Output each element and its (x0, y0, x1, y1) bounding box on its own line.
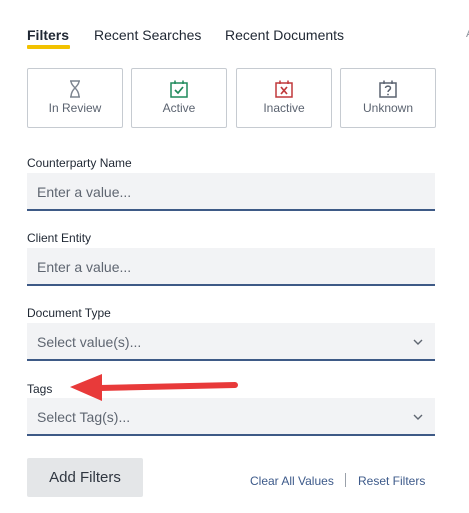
tags-label: Tags (27, 382, 53, 396)
annotation-arrow-icon (70, 374, 238, 401)
tab-recent-searches[interactable]: Recent Searches (94, 26, 201, 44)
hourglass-icon (70, 80, 80, 98)
status-label: Active (162, 101, 196, 115)
active-tab-indicator (27, 45, 70, 49)
status-label: Unknown (362, 101, 414, 115)
tab-recent-documents[interactable]: Recent Documents (225, 26, 344, 44)
document-type-placeholder: Select value(s)... (37, 334, 142, 350)
add-filters-button[interactable]: Add Filters (27, 458, 143, 497)
status-label: In Review (48, 101, 102, 115)
tags-placeholder: Select Tag(s)... (37, 409, 131, 425)
document-type-select[interactable]: Select value(s)... (27, 323, 435, 361)
link-divider (345, 473, 346, 487)
calendar-question-icon (379, 80, 397, 98)
reset-filters-link[interactable]: Reset Filters (358, 474, 425, 488)
status-label: Inactive (263, 101, 305, 115)
clear-all-values-link[interactable]: Clear All Values (250, 474, 334, 488)
status-in-review-button[interactable]: In Review (27, 68, 123, 128)
document-type-label: Document Type (27, 306, 111, 320)
counterparty-name-label: Counterparty Name (27, 156, 132, 170)
tab-filters[interactable]: Filters (27, 26, 69, 44)
status-inactive-button[interactable]: Inactive (236, 68, 332, 128)
calendar-x-icon (275, 80, 293, 98)
calendar-check-icon (170, 80, 188, 98)
counterparty-name-input[interactable]: Enter a value... (27, 173, 435, 211)
filter-tabs: Filters Recent Searches Recent Documents… (27, 26, 469, 56)
chevron-down-icon (413, 339, 423, 345)
status-active-button[interactable]: Active (131, 68, 227, 128)
chevron-down-icon (413, 414, 423, 420)
status-unknown-button[interactable]: Unknown (340, 68, 436, 128)
client-entity-label: Client Entity (27, 231, 92, 245)
client-entity-input[interactable]: Enter a value... (27, 248, 435, 286)
